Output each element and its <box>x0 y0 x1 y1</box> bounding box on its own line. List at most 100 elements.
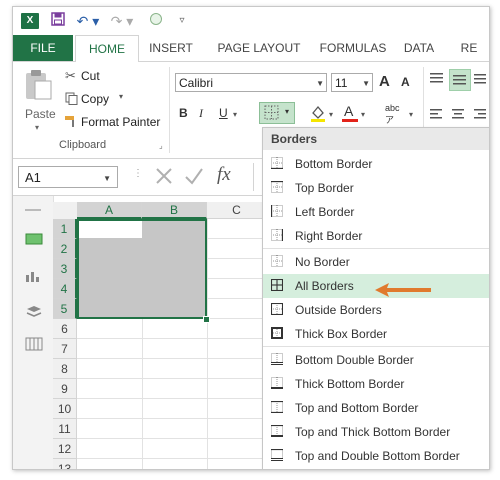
tab-formulas[interactable]: FORMULAS <box>315 35 391 61</box>
tab-data[interactable]: DATA <box>397 35 441 61</box>
fill-color-icon[interactable] <box>309 104 327 122</box>
fill-chevron-down-icon[interactable]: ▾ <box>329 110 333 119</box>
row-header[interactable]: 13 <box>53 459 77 469</box>
menu-item-left-border[interactable]: Left Border <box>263 200 489 224</box>
menu-item-top-border[interactable]: Top Border <box>263 176 489 200</box>
row-header[interactable]: 2 <box>53 239 77 259</box>
copy-button[interactable]: Copy <box>81 92 109 106</box>
table-icon[interactable] <box>25 337 43 354</box>
align-right-icon[interactable] <box>473 107 487 121</box>
align-left-icon[interactable] <box>429 107 443 121</box>
layers-icon[interactable] <box>25 304 43 321</box>
menu-item-no-border[interactable]: No Border <box>263 250 489 274</box>
row-header[interactable]: 1 <box>53 219 77 239</box>
menu-separator <box>263 248 489 249</box>
menu-item-bottom-border[interactable]: Bottom Border <box>263 152 489 176</box>
menu-item-outside-borders[interactable]: Outside Borders <box>263 298 489 322</box>
font-name-select[interactable]: Calibri ▼ <box>175 73 327 92</box>
circle-icon[interactable] <box>147 12 165 30</box>
format-painter-button[interactable]: Format Painter <box>81 115 160 129</box>
border-right-icon <box>271 229 284 241</box>
name-box[interactable]: A1 ▼ <box>18 166 118 188</box>
insert-function-button[interactable]: fx <box>217 164 231 186</box>
row-header[interactable]: 7 <box>53 339 77 359</box>
underline-button[interactable]: U <box>219 106 228 120</box>
tab-review[interactable]: RE <box>449 35 489 61</box>
border-top-thick-bottom-icon <box>271 424 283 437</box>
copy-chevron-down-icon[interactable]: ▾ <box>119 92 123 101</box>
border-all-icon <box>270 278 284 292</box>
italic-button[interactable]: I <box>199 106 203 121</box>
border-bottom-icon <box>271 157 283 170</box>
menu-item-right-border[interactable]: Right Border <box>263 224 489 248</box>
phonetic-icon[interactable]: abc ア <box>385 103 407 125</box>
menu-item-thick-bottom-border[interactable]: Thick Bottom Border <box>263 372 489 396</box>
excel-logo-icon: X <box>21 13 39 29</box>
paste-label[interactable]: Paste <box>25 107 56 121</box>
shrink-font-button[interactable]: A <box>401 75 410 89</box>
save-icon[interactable] <box>49 12 67 30</box>
row-header[interactable]: 3 <box>53 259 77 279</box>
row-header[interactable]: 5 <box>53 299 77 319</box>
customize-toolbar-icon[interactable]: ▿ <box>173 12 191 30</box>
bold-button[interactable]: B <box>179 106 188 120</box>
borders-menu-title: Borders <box>263 128 489 150</box>
menu-item-top-and-thick-bottom-border[interactable]: Top and Thick Bottom Border <box>263 420 489 444</box>
align-top-icon[interactable] <box>429 71 445 85</box>
phonetic-chevron-down-icon[interactable]: ▾ <box>409 110 413 119</box>
collapse-handle-icon[interactable] <box>25 209 41 211</box>
excel-window: X ↶ ▾ ↷ ▾ ▿ FILE HOME INSERT PAGE LAYOUT… <box>12 6 490 470</box>
border-left-icon <box>270 205 283 217</box>
copy-icon <box>65 92 78 108</box>
cut-button[interactable]: Cut <box>81 69 100 83</box>
row-header[interactable]: 8 <box>53 359 77 379</box>
row-header[interactable]: 11 <box>53 419 77 439</box>
border-bottom-double-icon <box>271 353 283 365</box>
border-top-bottom-icon <box>271 400 283 414</box>
border-thick-bottom-icon <box>271 377 283 389</box>
align-middle-button[interactable] <box>449 69 471 91</box>
font-size-select[interactable]: 11 ▼ <box>331 73 373 92</box>
select-all-corner[interactable] <box>53 202 78 220</box>
align-bottom-icon[interactable] <box>473 71 487 85</box>
border-thick-box-icon <box>271 327 283 339</box>
undo-icon[interactable]: ↶ ▾ <box>75 12 101 30</box>
fill-handle[interactable] <box>203 316 210 323</box>
comment-icon[interactable] <box>25 233 43 250</box>
borders-button[interactable]: ▾ <box>259 102 295 124</box>
clipboard-icon[interactable] <box>23 69 55 103</box>
menu-item-top-and-bottom-border[interactable]: Top and Bottom Border <box>263 396 489 420</box>
redo-icon[interactable]: ↷ ▾ <box>109 12 135 30</box>
row-header[interactable]: 10 <box>53 399 77 419</box>
tab-file[interactable]: FILE <box>13 35 73 61</box>
row-header[interactable]: 12 <box>53 439 77 459</box>
dialog-launcher-icon[interactable]: ⌟ <box>159 141 163 150</box>
paste-chevron-down-icon[interactable]: ▾ <box>35 123 39 132</box>
row-header[interactable]: 6 <box>53 319 77 339</box>
tab-insert[interactable]: INSERT <box>141 35 201 61</box>
tab-home[interactable]: HOME <box>75 35 139 63</box>
underline-chevron-down-icon[interactable]: ▾ <box>233 110 237 119</box>
align-center-icon[interactable] <box>451 107 465 121</box>
size-chevron-down-icon: ▼ <box>362 79 370 88</box>
column-header-b[interactable]: B <box>142 202 207 219</box>
row-header[interactable]: 9 <box>53 379 77 399</box>
tab-page-layout[interactable]: PAGE LAYOUT <box>209 35 309 61</box>
font-color-icon[interactable]: A <box>341 103 359 123</box>
pointer-arrow-icon <box>373 282 433 298</box>
column-header-a[interactable]: A <box>77 202 142 219</box>
font-color-chevron-down-icon[interactable]: ▾ <box>361 110 365 119</box>
enter-icon[interactable] <box>183 165 207 189</box>
active-cell[interactable] <box>79 221 142 238</box>
menu-item-bottom-double-border[interactable]: Bottom Double Border <box>263 348 489 372</box>
borders-chevron-down-icon: ▾ <box>285 107 290 116</box>
cancel-icon[interactable] <box>153 165 177 189</box>
row-header[interactable]: 4 <box>53 279 77 299</box>
menu-item-thick-box-border[interactable]: Thick Box Border <box>263 322 489 346</box>
column-header-c[interactable]: C <box>207 202 267 219</box>
svg-text:A: A <box>344 103 354 119</box>
scissors-icon: ✂ <box>65 68 76 83</box>
menu-item-top-and-double-bottom-border[interactable]: Top and Double Bottom Border <box>263 444 489 468</box>
grow-font-button[interactable]: A <box>379 73 390 90</box>
chart-icon[interactable] <box>25 269 43 286</box>
